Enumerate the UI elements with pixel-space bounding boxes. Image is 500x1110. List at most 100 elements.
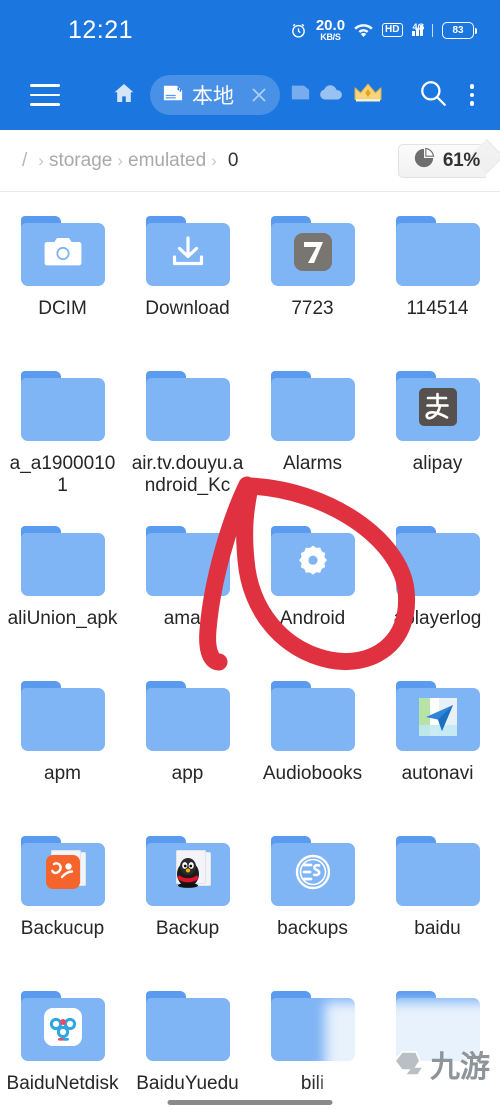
network-speed-value: 20.0 <box>315 17 346 34</box>
toolbar-actions <box>418 78 483 113</box>
hamburger-menu-icon[interactable] <box>30 84 74 106</box>
breadcrumb-separator: › <box>38 150 44 170</box>
camera-icon <box>43 232 83 272</box>
file-item[interactable]: Android <box>250 512 375 667</box>
file-manager-screen: 12:21 20.0 KB/S HD 4G 83 本地 / › storage … <box>0 0 500 1110</box>
folder-icon <box>145 991 230 1061</box>
file-item[interactable]: 7723 <box>250 202 375 357</box>
folder-icon <box>395 991 480 1061</box>
close-icon[interactable] <box>242 78 276 112</box>
breadcrumb-separator: › <box>211 150 217 170</box>
storage-usage-badge[interactable]: 61% <box>397 143 486 178</box>
home-gesture-indicator[interactable] <box>167 1100 333 1105</box>
tab-local-label: 本地 <box>192 85 234 108</box>
gear-icon <box>298 545 327 576</box>
breadcrumb: / › storage › emulated › 0 <box>22 150 238 172</box>
file-item[interactable]: autonavi <box>375 667 500 822</box>
file-item-label: Audiobooks <box>262 763 363 784</box>
network-type-label: 4G <box>412 21 425 32</box>
alipay-icon <box>418 387 458 427</box>
file-item-label: aplayerlog <box>393 608 482 629</box>
file-item[interactable]: Audiobooks <box>250 667 375 822</box>
file-item[interactable]: alipay <box>375 357 500 512</box>
home-icon[interactable] <box>112 81 136 110</box>
file-item-label: app <box>171 763 204 784</box>
es-file-explorer-icon <box>295 855 330 890</box>
breadcrumb-segment-emulated[interactable]: emulated <box>128 150 206 172</box>
uc-browser-icon <box>43 852 83 892</box>
baidu-netdisk-icon <box>43 1008 82 1047</box>
file-grid: DCIM Download 7723 114514 a_a19000101 air.t… <box>0 192 500 1110</box>
file-item-label: BaiduYuedu <box>136 1073 239 1094</box>
file-item[interactable]: Backup <box>125 822 250 977</box>
file-item[interactable]: Download <box>125 202 250 357</box>
file-item-label: amap <box>163 608 212 629</box>
folder-icon <box>145 526 230 596</box>
file-item-label: Backup <box>155 918 220 939</box>
file-item[interactable]: apm <box>0 667 125 822</box>
file-item-label: a_a19000101 <box>9 453 116 497</box>
folder-icon <box>395 681 480 751</box>
qq-penguin-icon <box>168 852 208 892</box>
file-item[interactable]: baidu <box>375 822 500 977</box>
more-vertical-icon[interactable] <box>462 84 483 106</box>
folder-icon <box>20 836 105 906</box>
file-item[interactable]: aliUnion_apk <box>0 512 125 667</box>
file-item[interactable] <box>375 977 500 1110</box>
search-icon[interactable] <box>418 78 448 113</box>
alarm-icon <box>290 22 307 39</box>
file-item[interactable]: backups <box>250 822 375 977</box>
hd-icon: HD <box>382 23 403 37</box>
wifi-icon <box>354 23 373 38</box>
app-toolbar: 本地 <box>0 60 500 130</box>
breadcrumb-segment-current[interactable]: 0 <box>228 150 239 172</box>
breadcrumb-separator: › <box>117 150 123 170</box>
battery-level: 83 <box>452 24 464 36</box>
file-item[interactable]: app <box>125 667 250 822</box>
folder-icon <box>395 526 480 596</box>
folder-icon <box>270 526 355 596</box>
file-item[interactable]: amap <box>125 512 250 667</box>
file-item[interactable]: aplayerlog <box>375 512 500 667</box>
folder-icon <box>145 836 230 906</box>
status-divider <box>431 23 433 37</box>
network-speed-unit: KB/S <box>320 32 341 42</box>
qq-penguin-icon <box>176 858 199 889</box>
file-item[interactable]: Alarms <box>250 357 375 512</box>
breadcrumb-segment-storage[interactable]: storage <box>49 150 112 172</box>
folder-icon <box>270 681 355 751</box>
folder-icon <box>20 216 105 286</box>
file-item[interactable]: a_a19000101 <box>0 357 125 512</box>
file-item[interactable]: 114514 <box>375 202 500 357</box>
folder-icon <box>145 216 230 286</box>
app-7723-icon <box>293 233 332 272</box>
baidu-netdisk-icon <box>43 1007 83 1047</box>
file-item-label: DCIM <box>38 298 87 319</box>
file-item[interactable]: DCIM <box>0 202 125 357</box>
folder-icon <box>395 836 480 906</box>
file-item[interactable]: bili <box>250 977 375 1110</box>
file-item-label: autonavi <box>401 763 474 784</box>
folder-icon <box>145 681 230 751</box>
uc-browser-icon <box>45 855 80 890</box>
folder-icon <box>395 371 480 441</box>
status-bar-clock: 12:21 <box>68 15 134 44</box>
file-item[interactable]: air.tv.douyu.android_Kc <box>125 357 250 512</box>
file-item-label: Download <box>145 298 230 319</box>
file-item-label: Backucup <box>20 918 105 939</box>
breadcrumb-root[interactable]: / <box>22 150 27 172</box>
app-7723-icon <box>293 232 333 272</box>
crown-vip-icon[interactable] <box>353 81 383 110</box>
cloud-icon[interactable] <box>319 84 343 107</box>
file-item-label: alipay <box>412 453 463 474</box>
folder-icon <box>270 216 355 286</box>
file-item-label: aliUnion_apk <box>7 608 118 629</box>
file-item[interactable]: BaiduNetdisk <box>0 977 125 1110</box>
file-item[interactable]: BaiduYuedu <box>125 977 250 1110</box>
storage-usage-percent: 61% <box>442 149 480 171</box>
autonavi-map-icon <box>418 697 458 737</box>
system-nav-bar <box>0 1094 500 1110</box>
tab-local[interactable]: 本地 <box>150 75 280 115</box>
file-item[interactable]: Backucup <box>0 822 125 977</box>
sdcard-secondary-icon[interactable] <box>290 83 311 107</box>
